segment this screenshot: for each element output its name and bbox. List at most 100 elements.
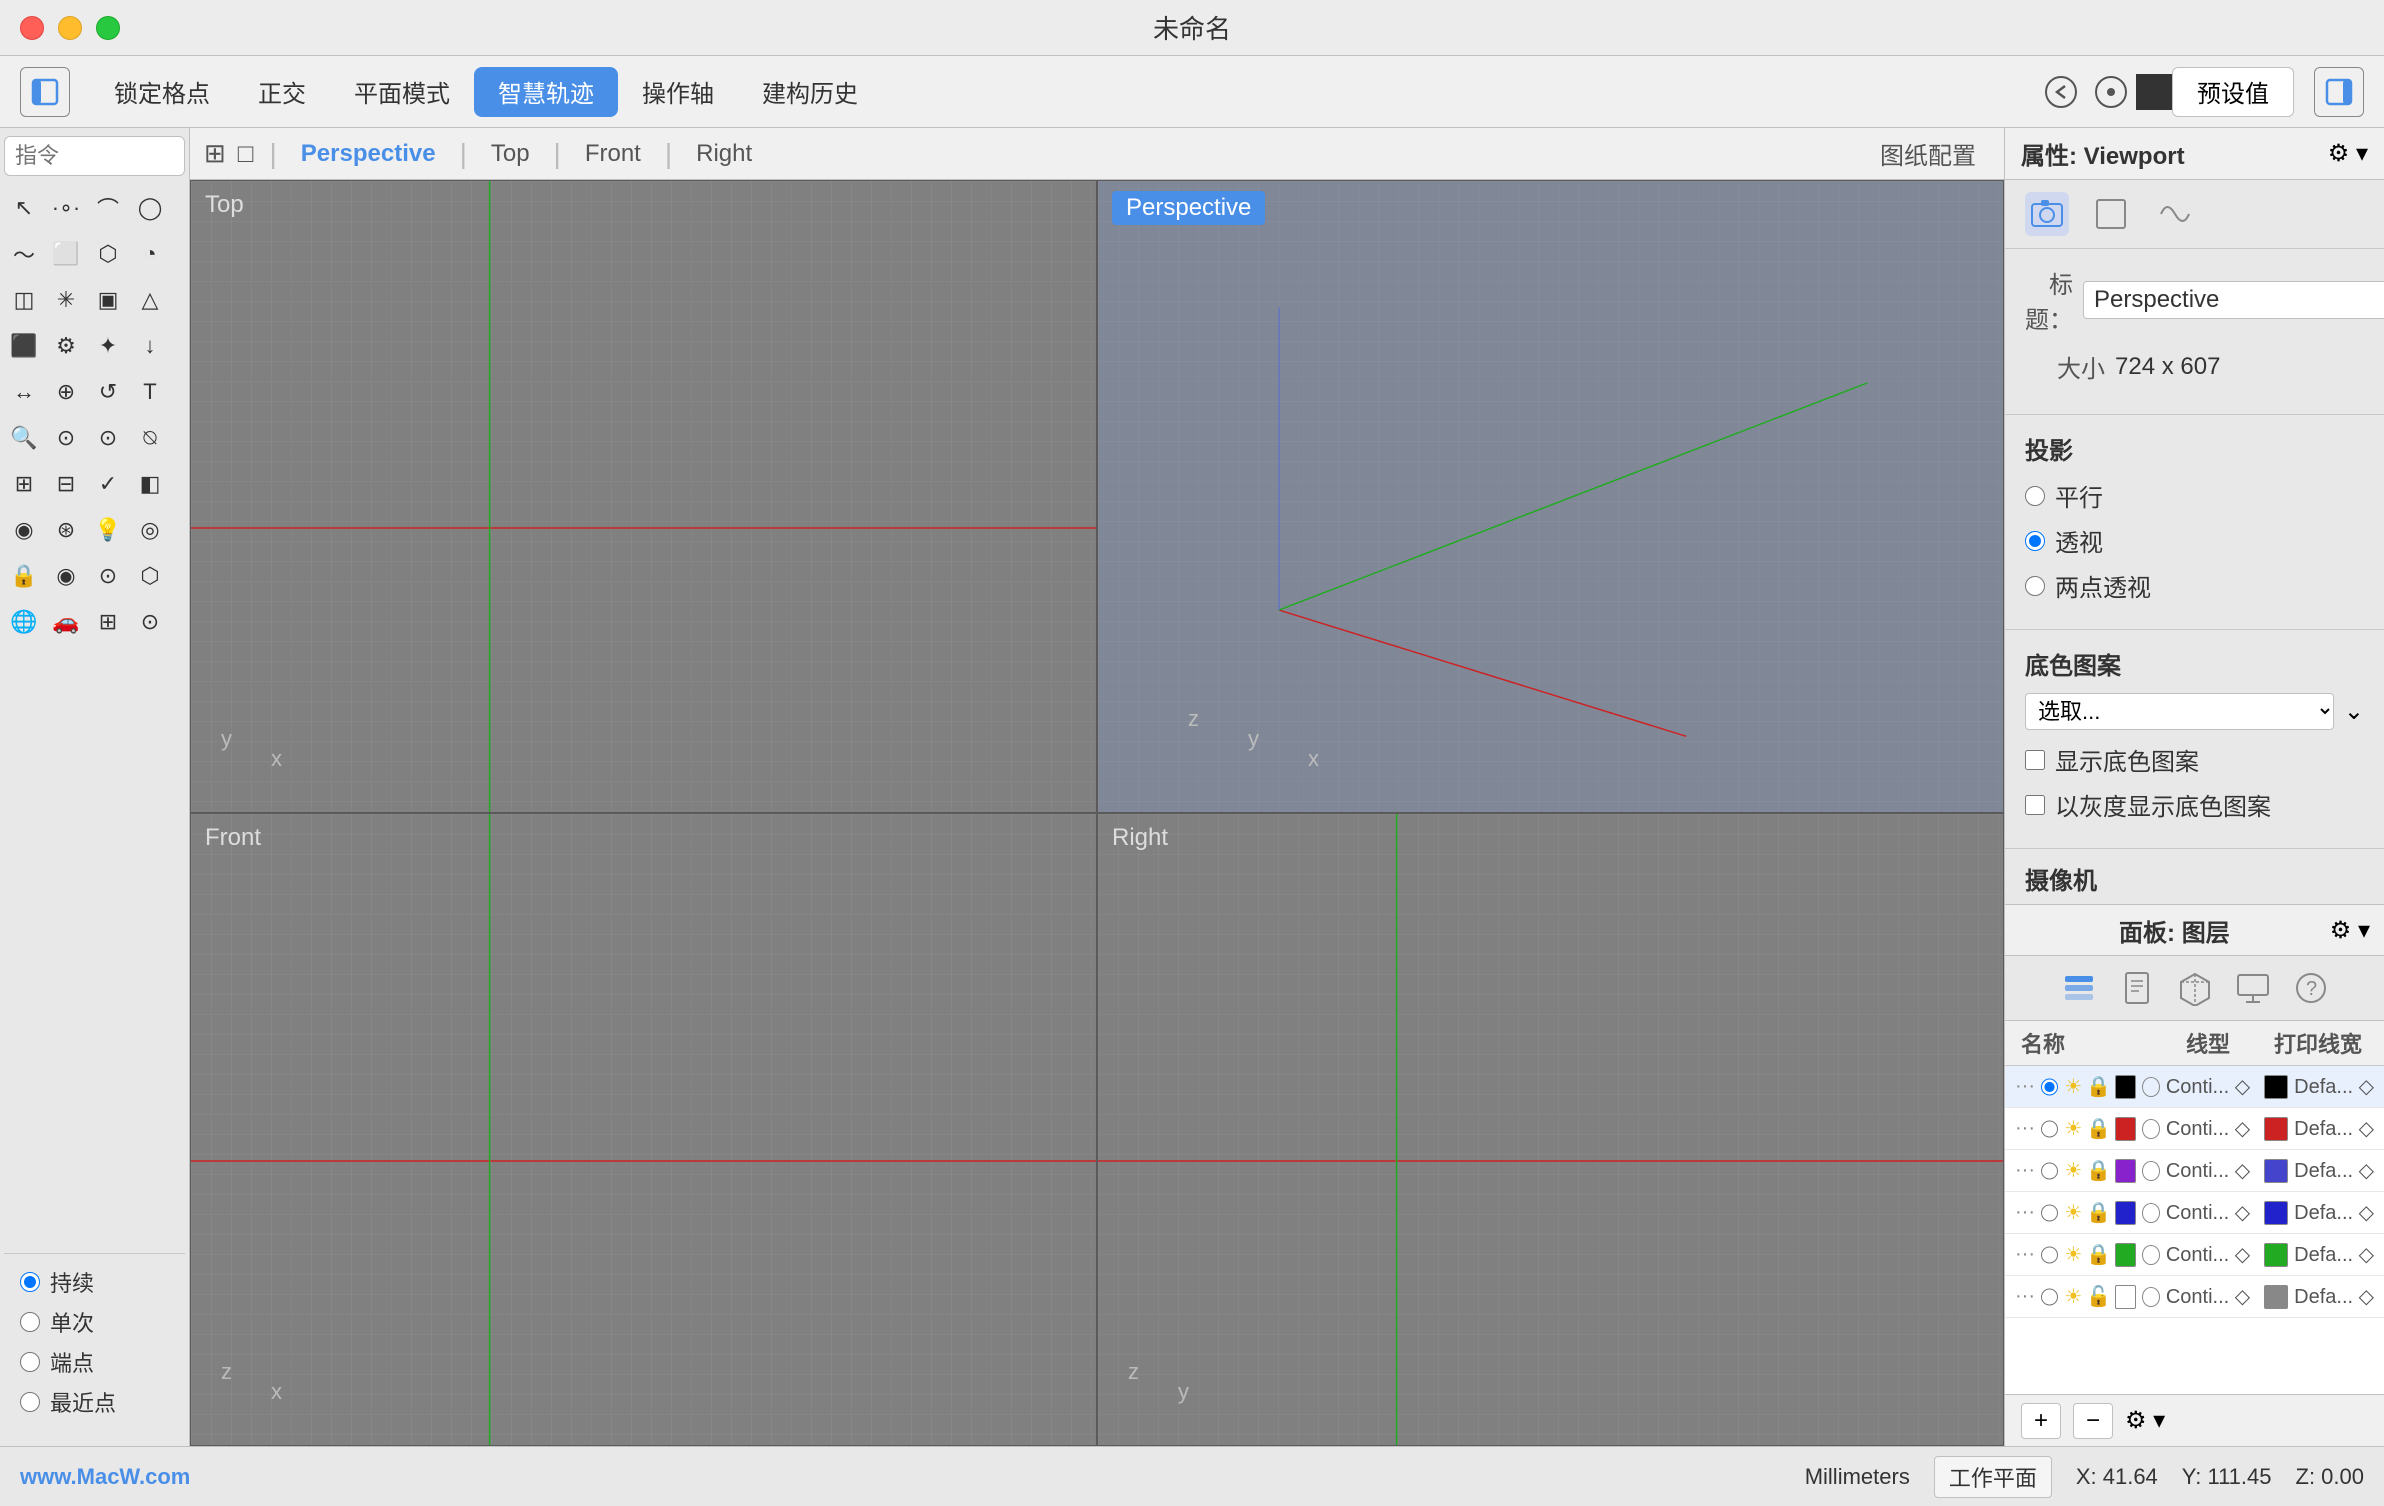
viewport-top[interactable]: Top (190, 180, 1097, 813)
minimize-button[interactable] (58, 16, 82, 40)
extrude-tool[interactable]: ⬛ (4, 326, 44, 366)
close-button[interactable] (20, 16, 44, 40)
viewport-front[interactable]: Front (190, 813, 1097, 1446)
rotate-tool[interactable]: ↺ (88, 372, 128, 412)
layer-linewidth-swatch[interactable] (2264, 1159, 2288, 1183)
viewport-rect-icon-btn[interactable] (2089, 192, 2133, 236)
arc-tool[interactable]: ◔ (130, 234, 170, 274)
dimension-tool[interactable]: ↔ (4, 372, 44, 412)
tab-top[interactable]: Top (471, 128, 550, 179)
layer-visible-icon[interactable]: ☀ (2064, 1200, 2082, 1225)
layer-row[interactable]: ··· ☀ 🔒 Conti... ◇ Defa... ◇ (2005, 1192, 2384, 1234)
tab-front[interactable]: Front (565, 128, 661, 179)
target-tool[interactable]: ⊙ (130, 602, 170, 642)
layer-row[interactable]: ··· ☀ 🔓 Conti... ◇ Defa... ◇ (2005, 1276, 2384, 1318)
layer-lock-icon[interactable]: 🔒 (2086, 1116, 2111, 1141)
text-tool[interactable]: ⍉ (130, 418, 170, 458)
title-input[interactable] (2083, 281, 2384, 319)
layer-print-dot[interactable] (2142, 1161, 2160, 1181)
layer-active-radio[interactable] (2041, 1161, 2058, 1181)
circle-tool[interactable]: ◯ (130, 188, 170, 228)
shade-tool[interactable]: ◧ (130, 464, 170, 504)
bg-show-checkbox[interactable] (2025, 750, 2045, 770)
layer-active-radio[interactable] (2041, 1245, 2058, 1265)
layers-gear-button[interactable]: ⚙ ▾ (2330, 916, 2370, 945)
pan-tool[interactable]: ⊙ (46, 418, 86, 458)
layer-menu-dots[interactable]: ··· (2015, 1201, 2035, 1224)
layer-active-radio[interactable] (2041, 1287, 2058, 1307)
box-tool[interactable]: ▣ (88, 280, 128, 320)
zoom-tool[interactable]: 🔍 (4, 418, 44, 458)
snap-once-radio[interactable] (20, 1312, 40, 1332)
material-tool[interactable]: ◉ (46, 556, 86, 596)
layer-color-swatch[interactable] (2115, 1159, 2136, 1183)
layer-visible-icon[interactable]: ☀ (2064, 1284, 2082, 1309)
tab-right[interactable]: Right (676, 128, 772, 179)
layer-menu-dots[interactable]: ··· (2015, 1285, 2035, 1308)
layer-lock-icon[interactable]: 🔒 (2086, 1242, 2111, 1267)
layer-print-dot[interactable] (2142, 1245, 2160, 1265)
viewport-perspective[interactable]: Perspective (1097, 180, 2004, 813)
light-tool[interactable]: 💡 (88, 510, 128, 550)
workplane-button[interactable]: 工作平面 (1934, 1456, 2052, 1498)
polygon-tool[interactable]: ⬡ (88, 234, 128, 274)
gear-tool[interactable]: ⚙ (46, 326, 86, 366)
layer-menu-dots[interactable]: ··· (2015, 1075, 2035, 1098)
projection-perspective-radio[interactable] (2025, 531, 2045, 551)
build-history-button[interactable]: 建构历史 (738, 67, 882, 117)
layer-lock-icon[interactable]: 🔒 (2086, 1074, 2111, 1099)
network-tool[interactable]: ⊞ (88, 602, 128, 642)
layer-row[interactable]: ··· ☀ 🔒 Conti... ◇ Defa... ◇ (2005, 1066, 2384, 1108)
viewport-right[interactable]: Right (1097, 813, 2004, 1446)
operation-axis-button[interactable]: 操作轴 (618, 67, 738, 117)
select-tool[interactable]: ↖ (4, 188, 44, 228)
layer-settings-button[interactable]: ⚙ ▾ (2125, 1406, 2165, 1435)
layer-remove-button[interactable]: − (2073, 1403, 2113, 1439)
layer-visible-icon[interactable]: ☀ (2064, 1074, 2082, 1099)
check-tool[interactable]: ✓ (88, 464, 128, 504)
layer-linewidth-swatch[interactable] (2264, 1285, 2288, 1309)
layer-menu-dots[interactable]: ··· (2015, 1159, 2035, 1182)
back-circle-button[interactable] (2036, 67, 2086, 117)
layer-color-swatch[interactable] (2115, 1075, 2136, 1099)
mesh-tool[interactable]: ✳ (46, 280, 86, 320)
layer-visible-icon[interactable]: ☀ (2064, 1158, 2082, 1183)
viewport-camera-icon-btn[interactable] (2025, 192, 2069, 236)
bg-gray-checkbox[interactable] (2025, 795, 2045, 815)
snap-nearest-radio[interactable] (20, 1392, 40, 1412)
viewport-box-icon[interactable]: □ (238, 138, 254, 169)
snap-continuous-radio[interactable] (20, 1272, 40, 1292)
layer-color-swatch[interactable] (2115, 1201, 2136, 1225)
sidebar-toggle-right[interactable] (2314, 67, 2364, 117)
viewport-settings[interactable]: 图纸配置 (1866, 136, 1990, 171)
snap-tool[interactable]: ⊟ (46, 464, 86, 504)
grid-tool[interactable]: ⊞ (4, 464, 44, 504)
layer-visible-icon[interactable]: ☀ (2064, 1116, 2082, 1141)
layer-color-swatch[interactable] (2115, 1117, 2136, 1141)
preset-button[interactable]: 预设值 (2172, 67, 2294, 117)
viewport-curve-icon-btn[interactable] (2153, 192, 2197, 236)
import-tool[interactable]: ↓ (130, 326, 170, 366)
lamp-tool[interactable]: ◎ (130, 510, 170, 550)
annotation-tool[interactable]: ⊕ (46, 372, 86, 412)
layer-row[interactable]: ··· ☀ 🔒 Conti... ◇ Defa... ◇ (2005, 1150, 2384, 1192)
sidebar-toggle-left[interactable] (20, 67, 70, 117)
ortho-button[interactable]: 正交 (234, 67, 330, 117)
tab-perspective[interactable]: Perspective (281, 128, 456, 179)
target-circle-button[interactable] (2086, 67, 2136, 117)
cone-tool[interactable]: △ (130, 280, 170, 320)
layers-monitor-icon[interactable] (2231, 966, 2275, 1010)
point-tool[interactable]: ·∘· (46, 188, 86, 228)
layer-print-dot[interactable] (2142, 1077, 2160, 1097)
bg-pattern-select[interactable]: 选取... (2025, 693, 2334, 730)
layer-active-radio[interactable] (2041, 1119, 2058, 1139)
freeform-tool[interactable]: 〜 (4, 234, 44, 274)
nodes-tool[interactable]: ⊛ (46, 510, 86, 550)
projection-two-point-radio[interactable] (2025, 576, 2045, 596)
layer-lock-icon[interactable]: 🔒 (2086, 1158, 2111, 1183)
layer-menu-dots[interactable]: ··· (2015, 1243, 2035, 1266)
color-swatch[interactable] (2136, 74, 2172, 110)
curve-tool[interactable]: ⌒ (88, 188, 128, 228)
car-tool[interactable]: 🚗 (46, 602, 86, 642)
lock-grid-button[interactable]: 锁定格点 (90, 67, 234, 117)
